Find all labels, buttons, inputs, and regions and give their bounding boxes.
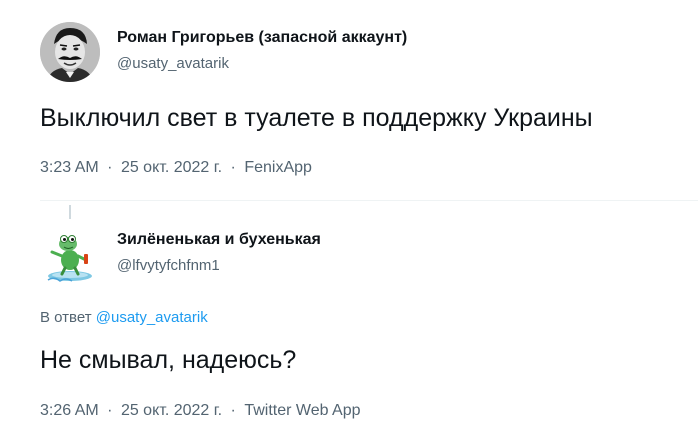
meta-separator: · [230,402,236,419]
reply-mention-link[interactable]: @usaty_avatarik [96,309,208,326]
meta-separator: · [107,402,113,419]
display-name[interactable]: Зилёненькая и бухенькая [117,231,321,249]
frog-surfboard-icon [47,235,92,282]
reply-prefix: В ответ [40,309,92,326]
mustache-man-icon [40,22,100,82]
display-name[interactable]: Роман Григорьев (запасной аккаунт) [117,29,407,47]
tweet-date[interactable]: 25 окт. 2022 г. [121,402,222,419]
user-avatar[interactable] [40,226,100,286]
user-handle[interactable]: @lfvytyfchfnm1 [117,257,220,274]
tweet-meta: 3:23 AM · 25 окт. 2022 г. · FenixApp [40,159,312,177]
tweet-meta: 3:26 AM · 25 окт. 2022 г. · Twitter Web … [40,402,361,420]
meta-separator: · [107,159,113,176]
reply-context: В ответ @usaty_avatarik [40,309,208,326]
tweet-source[interactable]: FenixApp [244,159,312,176]
tweet-time[interactable]: 3:26 AM [40,402,99,419]
tweet-text: Выключил свет в туалете в поддержку Укра… [40,104,593,132]
tweet-text: Не смывал, надеюсь? [40,346,297,374]
tweet-time[interactable]: 3:23 AM [40,159,99,176]
meta-separator: · [230,159,236,176]
tweet-reply: Зилёненькая и бухенькая @lfvytyfchfnm1 В… [0,200,698,441]
tweet-date[interactable]: 25 окт. 2022 г. [121,159,222,176]
user-avatar[interactable] [40,22,100,82]
tweet-main: Роман Григорьев (запасной аккаунт) @usat… [0,0,698,201]
tweet-source[interactable]: Twitter Web App [244,402,360,419]
user-handle[interactable]: @usaty_avatarik [117,55,229,72]
